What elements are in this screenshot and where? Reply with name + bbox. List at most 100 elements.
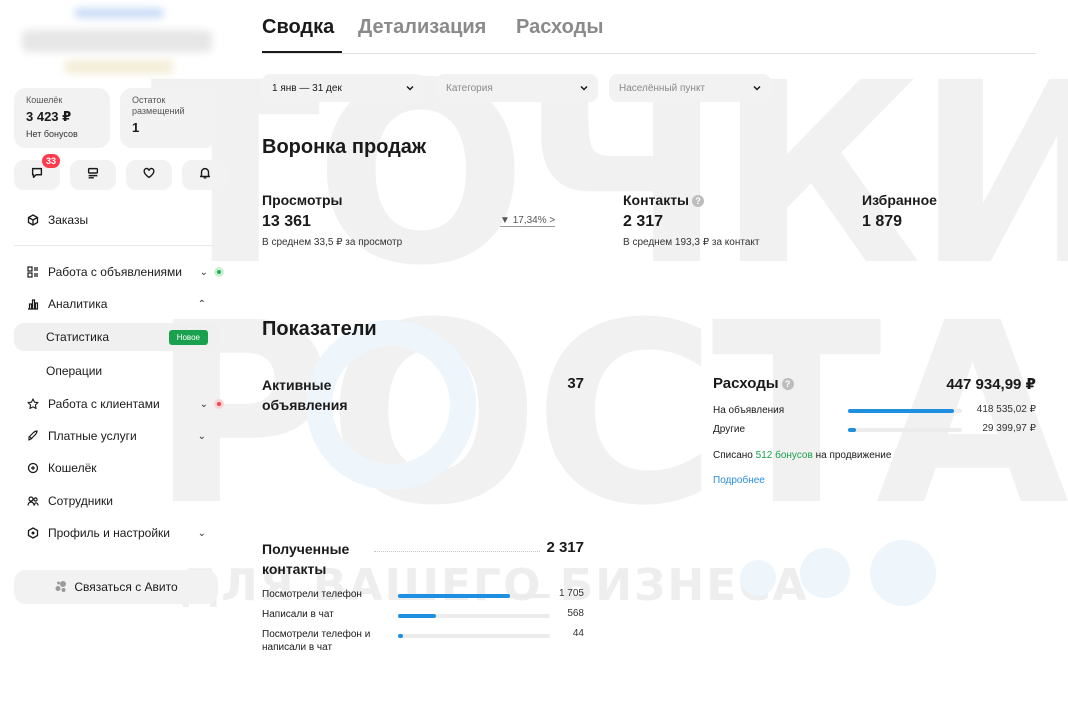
messages-button[interactable]: 33	[14, 154, 61, 190]
heart-icon	[142, 166, 156, 185]
funnel-filter-icon: ▼	[500, 215, 513, 226]
active-listings-value: 37	[567, 375, 584, 392]
nav-analytics[interactable]: Аналитика ⌃	[14, 290, 224, 318]
bonus-amount: 512 бонусов	[755, 450, 813, 461]
nav-orders[interactable]: Заказы	[14, 206, 224, 234]
status-dot-green	[214, 267, 224, 277]
contacts-chat-value: 568	[567, 608, 584, 619]
nav-operations[interactable]: Операции	[14, 357, 224, 385]
nav-paid-services[interactable]: Платные услуги ⌄	[14, 422, 224, 450]
wallet-value: 3 423 ₽	[26, 109, 72, 124]
star-icon	[26, 397, 40, 411]
nav-operations-label: Операции	[46, 364, 103, 378]
contacts-chat-bar-fill	[398, 614, 436, 618]
tab-details[interactable]: Детализация	[358, 16, 486, 39]
period-select[interactable]: 1 янв — 31 дек	[262, 74, 424, 102]
wallet-card[interactable]: Кошелёк 3 423 ₽ Нет бонусов	[14, 88, 110, 148]
nav-clients[interactable]: Работа с клиентами ⌄	[14, 390, 224, 418]
category-placeholder: Категория	[446, 82, 493, 94]
views-value: 13 361	[262, 213, 311, 230]
contacts-phone-value: 1 705	[558, 588, 584, 599]
grid-icon	[26, 265, 40, 279]
question-icon[interactable]: ?	[692, 195, 705, 208]
favorites-label: Избранное	[862, 192, 937, 208]
contacts-chat-bar	[398, 614, 550, 618]
sidebar-divider	[14, 245, 214, 246]
tab-expenses[interactable]: Расходы	[516, 16, 603, 39]
avito-logo-icon	[54, 580, 68, 594]
nav-employees[interactable]: Сотрудники	[14, 487, 224, 515]
active-tab-underline	[262, 51, 342, 53]
contacts-label-text: Контакты	[623, 192, 690, 208]
expenses-listings-label: На объявления	[713, 405, 785, 416]
contact-avito-button[interactable]: Связаться с Авито	[14, 570, 218, 604]
nav-profile[interactable]: Профиль и настройки ⌄	[14, 519, 224, 547]
expenses-other-bar	[848, 428, 962, 432]
bonus-prefix: Списано	[713, 450, 753, 461]
funnel-title: Воронка продаж	[262, 136, 427, 158]
expenses-other-bar-fill	[848, 428, 856, 432]
contacts-label: Контакты?	[623, 192, 705, 208]
chevron-down-icon	[753, 85, 761, 91]
nav-paid-services-label: Платные услуги	[48, 429, 137, 443]
expenses-other-value: 29 399,97 ₽	[982, 423, 1036, 434]
nav-analytics-label: Аналитика	[48, 297, 108, 311]
contacts-phone-label: Посмотрели телефон	[262, 589, 362, 600]
tab-summary[interactable]: Сводка	[262, 16, 334, 39]
nav-employees-label: Сотрудники	[48, 494, 113, 508]
bonus-written-off-text: Списано 512 бонусов на продвижение	[713, 449, 891, 462]
contacts-both-bar	[398, 634, 550, 638]
views-trend-link[interactable]: ▼ 17,34% >	[500, 215, 556, 227]
blurred-account-rating	[64, 60, 174, 74]
chevron-down-icon	[580, 85, 588, 91]
city-placeholder: Населённый пункт	[619, 82, 706, 94]
question-icon[interactable]: ?	[781, 378, 794, 391]
contacts-both-label: Посмотрели телефон и написали в чат	[262, 629, 371, 653]
remaining-value: 1	[132, 120, 140, 135]
views-trend-value: 17,34% >	[512, 215, 556, 226]
blurred-account-name	[22, 30, 212, 52]
bell-icon	[198, 166, 212, 185]
chevron-down-icon: ⌄	[197, 430, 206, 442]
messages-badge: 33	[42, 154, 61, 168]
quick-icons: 33	[14, 154, 228, 190]
sidebar: Кошелёк 3 423 ₽ Нет бонусов Остаток разм…	[14, 0, 228, 712]
favorites-button[interactable]	[126, 160, 172, 190]
contacts-value: 2 317	[623, 213, 664, 230]
rocket-icon	[26, 429, 40, 443]
settings-icon	[26, 526, 40, 540]
bar-chart-icon	[26, 297, 40, 311]
indicators-title: Показатели	[262, 318, 377, 340]
expenses-label: Расходы?	[713, 375, 794, 392]
contacts-average: В среднем 193,3 ₽ за контакт	[623, 237, 760, 248]
new-badge: Новое	[168, 329, 208, 345]
contacts-chat-label: Написали в чат	[262, 609, 334, 620]
blurred-header	[74, 8, 164, 18]
nav-statistics[interactable]: Статистика Новое	[14, 323, 220, 351]
views-label: Просмотры	[262, 192, 343, 208]
remaining-label: Остаток размещений	[132, 95, 185, 116]
period-value: 1 янв — 31 дек	[272, 82, 342, 94]
remaining-card[interactable]: Остаток размещений 1	[120, 88, 216, 148]
expenses-value: 447 934,99 ₽	[946, 376, 1036, 393]
listings-button[interactable]	[70, 160, 116, 190]
favorites-value: 1 879	[862, 213, 903, 230]
nav-wallet[interactable]: Кошелёк	[14, 454, 224, 482]
expenses-label-text: Расходы	[713, 375, 779, 392]
contacts-phone-bar	[398, 594, 550, 598]
nav-listings-label: Работа с объявлениями	[48, 265, 182, 279]
chevron-up-icon: ⌃	[197, 298, 206, 310]
city-select[interactable]: Населённый пункт	[609, 74, 771, 102]
bonus-suffix: на продвижение	[815, 450, 892, 461]
views-average: В среднем 33,5 ₽ за просмотр	[262, 237, 403, 248]
dotted-leader	[374, 551, 540, 552]
nav-listings[interactable]: Работа с объявлениями ⌄	[14, 258, 224, 286]
notifications-button[interactable]	[182, 160, 228, 190]
nav-profile-label: Профиль и настройки	[48, 526, 170, 540]
nav-statistics-label: Статистика	[46, 330, 110, 344]
expenses-listings-value: 418 535,02 ₽	[976, 404, 1036, 415]
listing-icon	[86, 166, 100, 185]
chevron-down-icon: ⌄	[199, 398, 208, 410]
expenses-more-link[interactable]: Подробнее	[713, 475, 765, 486]
category-select[interactable]: Категория	[436, 74, 598, 102]
